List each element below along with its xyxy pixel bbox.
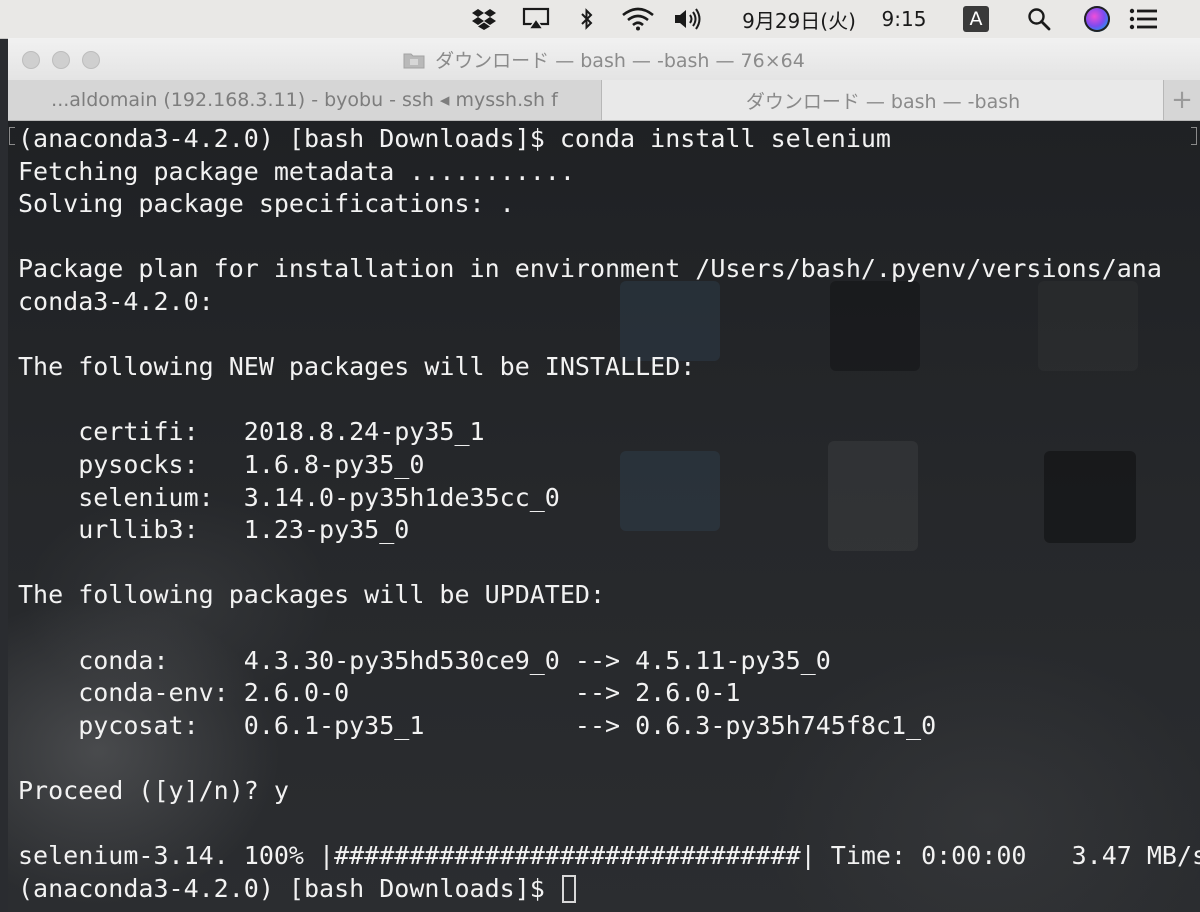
wifi-icon[interactable] bbox=[618, 0, 658, 38]
background-shape bbox=[828, 441, 918, 551]
terminal-line: conda: 4.3.30-py35hd530ce9_0 --> 4.5.11-… bbox=[18, 645, 831, 675]
terminal-line: pycosat: 0.6.1-py35_1 --> 0.6.3-py35h745… bbox=[18, 710, 937, 740]
terminal-line: conda3-4.2.0: bbox=[18, 287, 214, 316]
terminal-line: urllib3: 1.23-py35_0 bbox=[18, 515, 410, 545]
terminal-line: selenium: 3.14.0-py35h1de35cc_0 bbox=[18, 482, 560, 512]
terminal-output[interactable]: (anaconda3-4.2.0) [bash Downloads]$ cond… bbox=[8, 121, 1200, 912]
tab-ssh-session[interactable]: ...aldomain (192.168.3.11) - byobu - ssh… bbox=[8, 80, 602, 120]
background-shape bbox=[1044, 451, 1136, 543]
terminal-line: Fetching package metadata ........... bbox=[18, 156, 575, 186]
tab-label: ...aldomain (192.168.3.11) - byobu - ssh… bbox=[51, 89, 558, 111]
time-text: 9:15 bbox=[881, 7, 927, 31]
menu-bar: 9月29日(火) 9:15 A bbox=[0, 0, 1200, 39]
terminal-line: certifi: 2018.8.24-py35_1 bbox=[18, 417, 485, 447]
tab-label: ダウンロード — bash — -bash bbox=[745, 90, 1021, 113]
airplay-icon[interactable] bbox=[518, 0, 554, 38]
window-title-text: ダウンロード — bash — -bash — 76×64 bbox=[435, 49, 805, 72]
window-title: ダウンロード — bash — -bash — 76×64 bbox=[8, 38, 1200, 80]
folder-icon bbox=[403, 51, 425, 69]
text-cursor bbox=[561, 874, 576, 903]
search-icon[interactable] bbox=[1022, 0, 1056, 38]
input-mode-label: A bbox=[963, 6, 989, 32]
terminal-line: Package plan for installation in environ… bbox=[18, 254, 1162, 284]
terminal-line: conda-env: 2.6.0-0 --> 2.6.0-1 bbox=[18, 678, 741, 708]
mark-bracket-left bbox=[9, 127, 15, 145]
prompt-text: (anaconda3-4.2.0) [bash Downloads]$ bbox=[18, 873, 560, 903]
menubar-date[interactable]: 9月29日(火) bbox=[734, 0, 864, 38]
tab-downloads-bash[interactable]: ダウンロード — bash — -bash bbox=[602, 80, 1164, 120]
bluetooth-icon[interactable] bbox=[572, 0, 602, 38]
terminal-line: The following NEW packages will be INSTA… bbox=[18, 352, 696, 382]
background-shape bbox=[620, 451, 720, 531]
dropbox-icon[interactable] bbox=[466, 0, 502, 38]
terminal-line: selenium-3.14. 100% |###################… bbox=[18, 841, 1200, 871]
siri-orb bbox=[1084, 6, 1110, 32]
title-bar[interactable]: ダウンロード — bash — -bash — 76×64 bbox=[8, 38, 1200, 81]
volume-icon[interactable] bbox=[670, 0, 706, 38]
terminal-line: pysocks: 1.6.8-py35_0 bbox=[18, 450, 425, 479]
background-shape bbox=[1038, 281, 1138, 371]
terminal-line: Solving package specifications: . bbox=[18, 189, 515, 219]
siri-icon[interactable] bbox=[1080, 0, 1114, 38]
plus-icon: + bbox=[1171, 85, 1193, 115]
terminal-line: The following packages will be UPDATED: bbox=[18, 580, 605, 610]
input-source-icon[interactable]: A bbox=[960, 0, 992, 38]
terminal-prompt-line: (anaconda3-4.2.0) [bash Downloads]$ bbox=[18, 873, 576, 905]
tab-bar: ...aldomain (192.168.3.11) - byobu - ssh… bbox=[8, 80, 1200, 121]
notification-center-icon[interactable] bbox=[1124, 0, 1164, 38]
date-text: 9月29日(火) bbox=[742, 8, 856, 33]
terminal-line: (anaconda3-4.2.0) [bash Downloads]$ cond… bbox=[18, 124, 891, 153]
mark-bracket-right bbox=[1191, 127, 1197, 145]
background-shape bbox=[830, 281, 920, 371]
new-tab-button[interactable]: + bbox=[1163, 80, 1200, 120]
terminal-line: Proceed ([y]/n)? y bbox=[18, 776, 289, 805]
menubar-clock[interactable]: 9:15 bbox=[874, 0, 934, 38]
background-shape bbox=[620, 281, 720, 361]
terminal-window: ダウンロード — bash — -bash — 76×64 ...aldomai… bbox=[8, 38, 1200, 912]
